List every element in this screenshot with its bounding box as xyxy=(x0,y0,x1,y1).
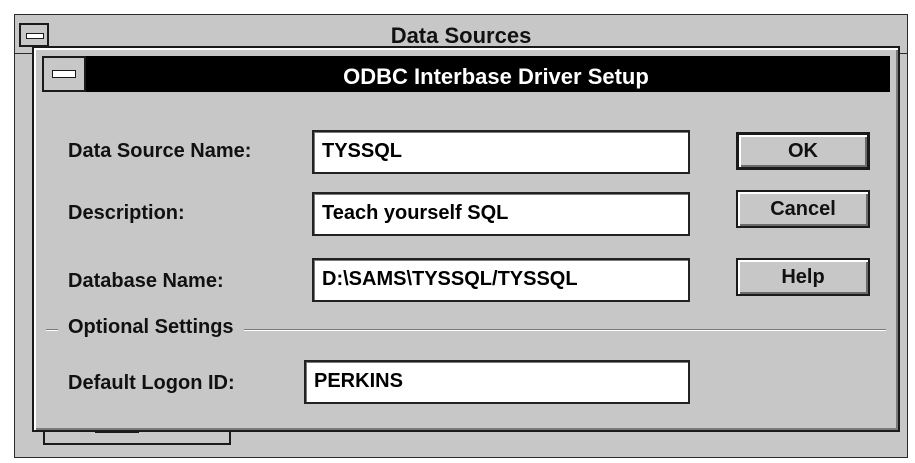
description-label: Description: xyxy=(68,202,185,224)
data-source-name-label: Data Source Name: xyxy=(68,140,252,162)
ok-button[interactable]: OK xyxy=(736,132,870,170)
optional-settings-label: Optional Settings xyxy=(58,316,244,339)
database-name-label: Database Name: xyxy=(68,270,224,292)
odbc-setup-dialog: ODBC Interbase Driver Setup Data Source … xyxy=(32,46,900,432)
help-button[interactable]: Help xyxy=(736,258,870,296)
default-logon-id-field[interactable]: PERKINS xyxy=(304,360,690,404)
default-logon-id-label: Default Logon ID: xyxy=(68,372,235,394)
system-menu-icon[interactable] xyxy=(42,56,86,92)
database-name-field[interactable]: D:\SAMS\TYSSQL/TYSSQL xyxy=(312,258,690,302)
dialog-titlebar: ODBC Interbase Driver Setup xyxy=(42,56,890,92)
cancel-button[interactable]: Cancel xyxy=(736,190,870,228)
data-source-name-field[interactable]: TYSSQL xyxy=(312,130,690,174)
description-field[interactable]: Teach yourself SQL xyxy=(312,192,690,236)
dialog-title: ODBC Interbase Driver Setup xyxy=(343,64,649,89)
